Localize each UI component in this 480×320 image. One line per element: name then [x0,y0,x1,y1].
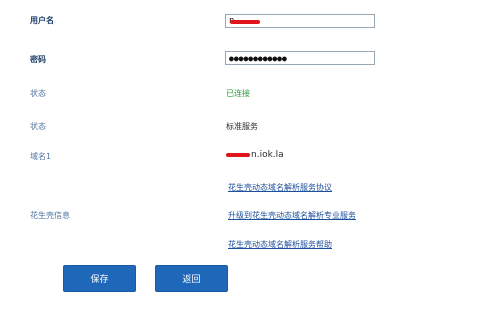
connection-status-value: 已连接 [226,89,250,98]
status-label: 状态 [30,89,46,98]
domain-label: 域名1 [30,152,52,161]
redaction-mark [230,20,260,24]
password-input[interactable] [225,51,375,65]
password-label: 密码 [30,55,46,64]
username-label: 用户名 [30,16,54,25]
service-agreement-link[interactable]: 花生壳动态域名解析服务协议 [228,182,332,193]
save-button[interactable]: 保存 [63,265,136,292]
domain-redaction-mark [226,153,250,157]
back-button[interactable]: 返回 [155,265,228,292]
service-help-link[interactable]: 花生壳动态域名解析服务帮助 [228,239,332,250]
oray-info-label: 花生壳信息 [30,211,70,220]
domain-value: n.iok.la [251,150,284,160]
service-status-value: 标准服务 [226,122,258,131]
service-status-label: 状态 [30,122,46,131]
upgrade-pro-link[interactable]: 升级到花生壳动态域名解析专业服务 [228,210,356,221]
